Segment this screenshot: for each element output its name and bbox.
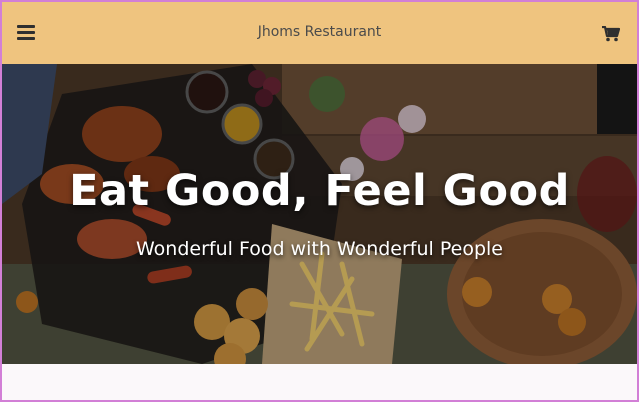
brand-title[interactable]: Jhoms Restaurant [2, 24, 637, 40]
hero-banner: Eat Good, Feel Good Wonderful Food with … [2, 64, 637, 364]
page-content-area [2, 364, 637, 400]
navbar: Jhoms Restaurant [2, 2, 637, 64]
page-frame: Jhoms Restaurant Eat Good, Feel Good Won… [0, 0, 639, 402]
hero-title: Eat Good, Feel Good [69, 166, 570, 216]
shopping-cart-icon[interactable] [602, 25, 621, 42]
hero-subtitle: Wonderful Food with Wonderful People [136, 238, 503, 260]
